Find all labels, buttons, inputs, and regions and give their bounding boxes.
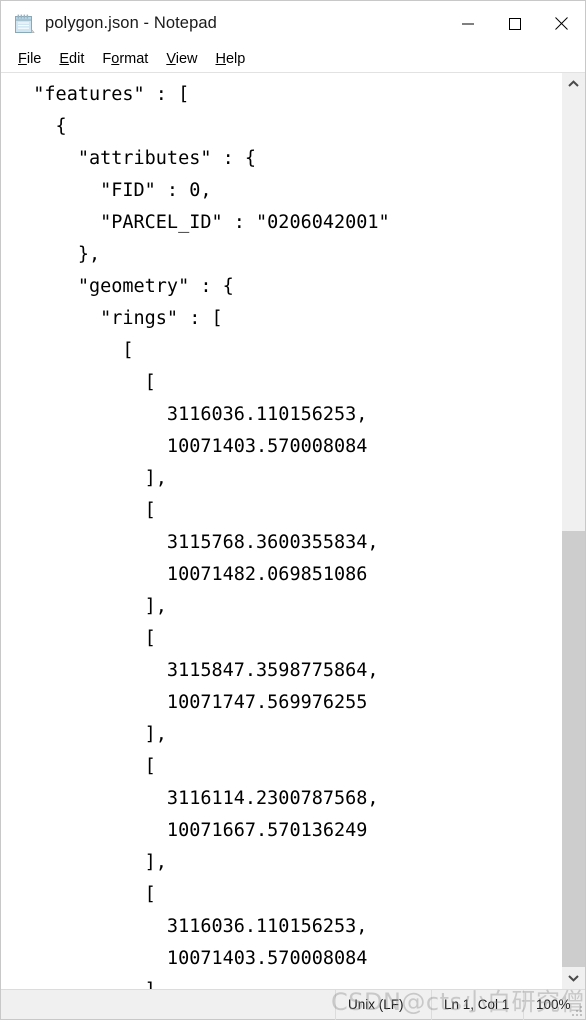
resize-grip[interactable]: [570, 1004, 582, 1016]
menu-item-format[interactable]: Format: [93, 46, 157, 73]
vertical-scrollbar[interactable]: [561, 73, 585, 989]
scroll-up-button[interactable]: [562, 73, 585, 95]
chevron-up-icon: [568, 80, 579, 87]
text-editor[interactable]: "features" : [ { "attributes" : { "FID" …: [1, 73, 561, 989]
title-bar[interactable]: polygon.json - Notepad: [1, 1, 585, 46]
maximize-button[interactable]: [491, 1, 538, 46]
menu-item-help[interactable]: Help: [207, 46, 255, 73]
scroll-down-button[interactable]: [562, 967, 585, 989]
minimize-button[interactable]: [444, 1, 491, 46]
status-line-ending[interactable]: Unix (LF): [335, 989, 431, 1020]
scrollbar-track[interactable]: [562, 95, 585, 967]
notepad-window: polygon.json - Notepad File Edit Format …: [0, 0, 586, 1020]
notepad-icon: [13, 13, 35, 35]
menu-item-edit[interactable]: Edit: [50, 46, 93, 73]
menu-item-view[interactable]: View: [157, 46, 206, 73]
scrollbar-thumb[interactable]: [562, 531, 585, 967]
status-bar: Unix (LF) Ln 1, Col 1 100%: [1, 989, 585, 1020]
window-controls: [444, 1, 585, 46]
editor-area: "features" : [ { "attributes" : { "FID" …: [1, 73, 585, 989]
status-cursor-position[interactable]: Ln 1, Col 1: [431, 989, 523, 1020]
window-title: polygon.json - Notepad: [45, 14, 217, 32]
menu-bar: File Edit Format View Help: [1, 46, 585, 73]
chevron-down-icon: [568, 975, 579, 982]
close-button[interactable]: [538, 1, 585, 46]
menu-item-file[interactable]: File: [9, 46, 50, 73]
